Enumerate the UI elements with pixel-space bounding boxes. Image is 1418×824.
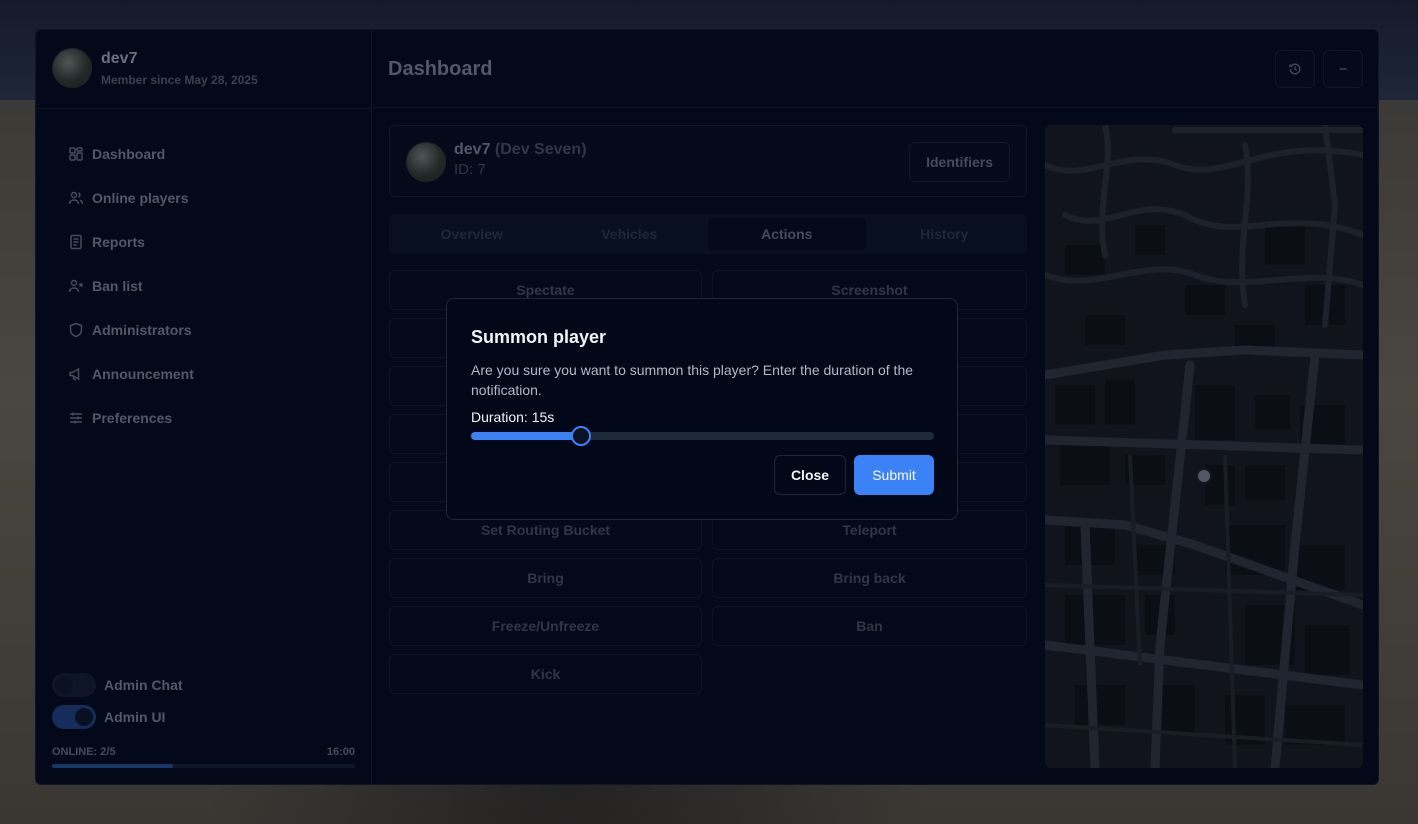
dialog-description: Are you sure you want to summon this pla… xyxy=(471,362,914,398)
submit-button[interactable]: Submit xyxy=(854,455,934,495)
dialog-title: Summon player xyxy=(471,327,607,347)
summon-player-dialog: Summon player Are you sure you want to s… xyxy=(446,298,958,520)
slider-thumb[interactable] xyxy=(571,426,592,446)
close-button[interactable]: Close xyxy=(774,455,846,495)
slider-fill xyxy=(471,432,582,440)
duration-slider[interactable] xyxy=(471,426,934,446)
duration-label: Duration: 15s xyxy=(471,409,555,425)
